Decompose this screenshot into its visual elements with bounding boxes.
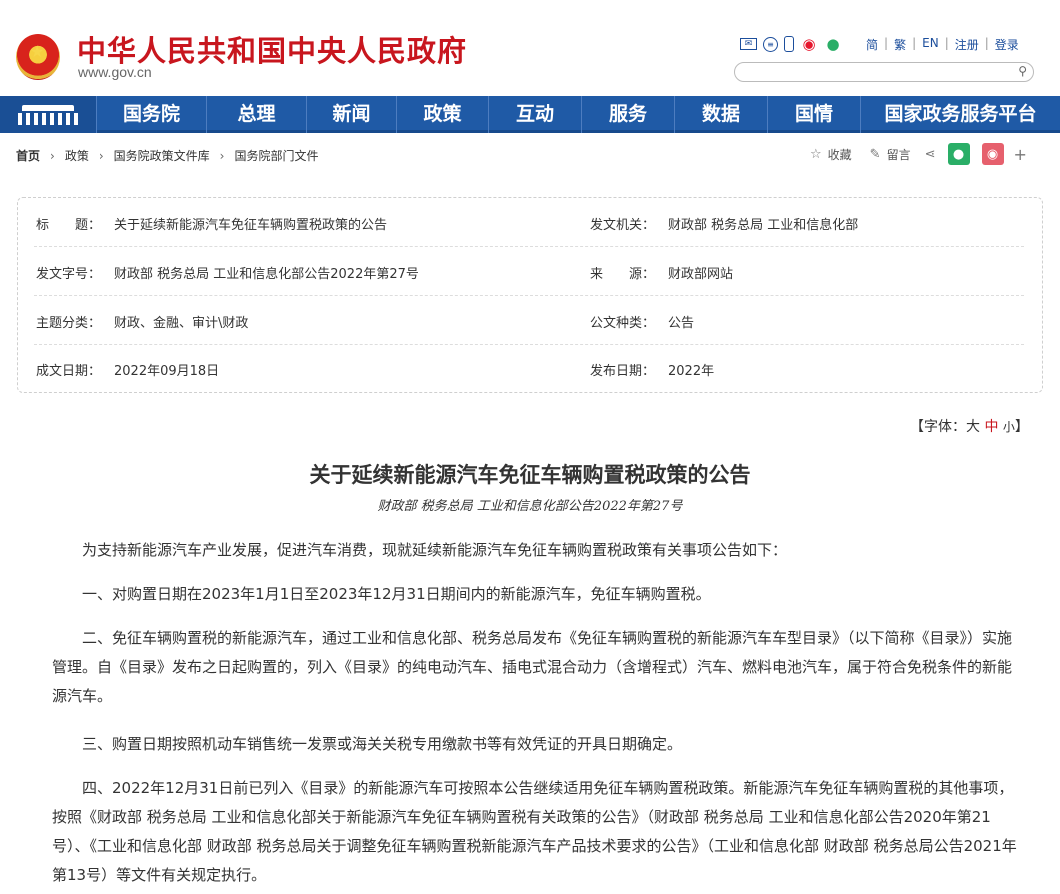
article-title: 关于延续新能源汽车免征车辆购置税政策的公告 [309,462,751,487]
comment-button[interactable]: 留言 [887,146,911,163]
link-traditional[interactable]: 繁 [894,36,906,53]
meta-publish-value: 2022年 [668,364,715,379]
divider: | [884,36,889,50]
favorite-button[interactable]: 收藏 [828,146,852,163]
article-paragraph: 四、2022年12月31日前已列入《目录》的新能源汽车可按照本公告继续适用免征车… [52,779,1017,884]
divider: | [944,36,949,50]
nav-item-service[interactable]: 服务 [581,96,674,133]
meta-type-value: 公告 [668,316,695,331]
article-paragraph: 三、购置日期按照机动车销售统一发票或海关关税专用缴款书等有效凭证的开具日期确定。 [82,735,683,753]
font-size-switcher: 【字体：大 中 小】 [910,416,1029,436]
link-login[interactable]: 登录 [995,36,1019,53]
meta-publish-label: 发布日期： [590,364,656,379]
nav-item-interaction[interactable]: 互动 [488,96,581,133]
meta-issuer-value: 财政部 税务总局 工业和信息化部 [668,218,859,233]
font-size-suffix: 】 [1014,419,1029,435]
chevron-right-icon: › [98,148,104,163]
tiananmen-icon[interactable] [0,96,96,133]
breadcrumb-home[interactable]: 首页 [16,147,40,164]
breadcrumb-dept-docs[interactable]: 国务院部门文件 [234,147,318,164]
top-icon-bar: ✉ ≡ ◉ ● [740,34,842,54]
pencil-icon[interactable]: ✎ [870,147,881,162]
nav-item-news[interactable]: 新闻 [306,96,396,133]
share-icon[interactable]: ⋖ [925,147,936,162]
meta-source-value: 财政部网站 [668,267,734,282]
phone-icon[interactable] [784,36,794,52]
nav-item-state-council[interactable]: 国务院 [96,96,206,133]
font-size-small[interactable]: 小 [1003,420,1015,434]
article-subtitle: 财政部 税务总局 工业和信息化部公告2022年第27号 [377,499,683,514]
weibo-icon[interactable]: ◉ [800,35,818,53]
article-paragraph: 二、免征车辆购置税的新能源汽车，通过工业和信息化部、税务总局发布《免征车辆购置税… [52,629,1013,705]
search-input[interactable]: ⚲ [734,62,1034,82]
top-links: 简 | 繁 | EN | 注册 | 登录 [866,36,1019,53]
meta-topic-value: 财政、金融、审计\财政 [114,316,249,331]
meta-topic-label: 主题分类： [36,316,102,331]
search-icon[interactable]: ⚲ [1018,64,1027,78]
divider [34,295,1024,297]
article-paragraph: 为支持新能源汽车产业发展，促进汽车消费，现就延续新能源汽车免征车辆购置税政策有关… [82,541,788,559]
meta-docno-label: 发文字号： [36,267,102,282]
breadcrumb-policy[interactable]: 政策 [65,147,89,164]
font-size-medium[interactable]: 中 [984,419,998,435]
wechat-share-icon[interactable]: ● [947,143,970,165]
star-icon[interactable]: ☆ [810,147,822,162]
breadcrumb-policy-library[interactable]: 国务院政策文件库 [114,147,210,164]
nav-item-data[interactable]: 数据 [674,96,767,133]
nav-item-policy[interactable]: 政策 [396,96,488,133]
more-share-button[interactable]: + [1014,145,1027,164]
meta-issuer-label: 发文机关： [590,218,656,233]
national-emblem-icon[interactable]: ★ [16,34,60,80]
chevron-right-icon: › [50,148,55,163]
article-tools: ☆ 收藏 ✎ 留言 ⋖ ● ◉ + [810,143,1027,165]
nav-item-gov-service-platform[interactable]: 国家政务服务平台 [860,96,1060,133]
weibo-share-icon[interactable]: ◉ [981,143,1004,165]
chevron-right-icon: › [219,148,225,163]
site-url[interactable]: www.gov.cn [78,64,152,80]
link-register[interactable]: 注册 [955,36,979,53]
divider: | [984,36,989,50]
font-size-large[interactable]: 大 [966,419,980,435]
meta-type-label: 公文种类： [590,316,656,331]
font-size-prefix: 【字体： [910,419,966,435]
meta-written-label: 成文日期： [36,364,102,379]
wechat-icon[interactable]: ● [824,35,842,53]
nav-item-premier[interactable]: 总理 [206,96,306,133]
breadcrumb: 首页 › 政策 › 国务院政策文件库 › 国务院部门文件 [16,147,319,164]
divider: | [912,36,917,50]
divider [34,344,1024,346]
meta-docno-value: 财政部 税务总局 工业和信息化部公告2022年第27号 [114,267,419,282]
meta-written-value: 2022年09月18日 [114,364,220,379]
meta-source-label: 来 源： [590,267,656,282]
mail-icon[interactable]: ✉ [740,38,757,50]
divider [34,246,1024,248]
rss-icon[interactable]: ≡ [763,36,778,52]
article-paragraph: 一、对购置日期在2023年1月1日至2023年12月31日期间内的新能源汽车，免… [82,585,711,603]
site-header: ★ 中华人民共和国中央人民政府 www.gov.cn ✉ ≡ ◉ ● 简 | 繁… [0,0,1060,96]
link-english[interactable]: EN [922,36,939,53]
main-nav: 国务院 总理 新闻 政策 互动 服务 数据 国情 国家政务服务平台 [0,96,1060,133]
nav-item-national-info[interactable]: 国情 [767,96,860,133]
meta-title-label: 标 题： [36,218,102,233]
meta-title-value: 关于延续新能源汽车免征车辆购置税政策的公告 [114,218,388,233]
link-simplified[interactable]: 简 [866,36,878,53]
document-info-box: 标 题： 关于延续新能源汽车免征车辆购置税政策的公告 发文机关： 财政部 税务总… [17,197,1043,393]
